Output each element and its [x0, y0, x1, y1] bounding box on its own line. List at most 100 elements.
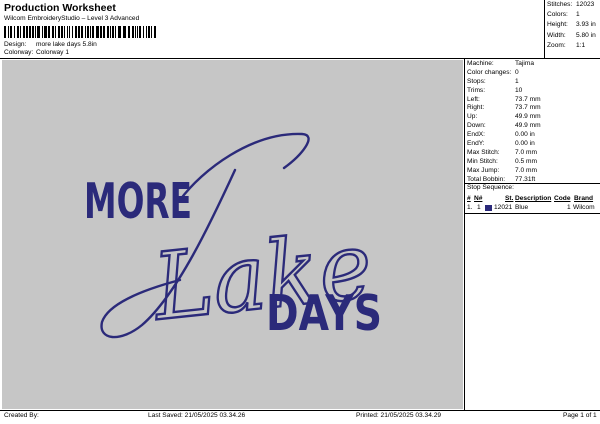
machine-label: Color changes: — [467, 68, 512, 76]
design-preview: MORE DAYS Lake — [2, 60, 463, 409]
col-number: # — [467, 195, 471, 202]
barcode-bar — [20, 26, 21, 38]
summary-row-zoom: Zoom: 1:1 — [545, 41, 600, 53]
machine-label: Max Jump: — [467, 166, 500, 174]
machine-value: 1 — [515, 77, 519, 85]
machine-value: 7.0 mm — [515, 148, 537, 156]
summary-value: 3.93 in — [576, 21, 596, 29]
summary-value: 5.80 in — [576, 31, 596, 39]
stop-code: 1 — [567, 204, 571, 211]
barcode-bar — [37, 26, 40, 38]
barcode-bar — [151, 26, 152, 38]
barcode-bar — [137, 26, 138, 38]
barcode-bar — [32, 26, 34, 38]
barcode-bar — [90, 26, 91, 38]
barcode-bar — [96, 26, 99, 38]
stop-brand: Wilcom — [573, 204, 595, 211]
summary-label: Width: — [547, 31, 566, 39]
col-description: Description — [515, 195, 552, 202]
barcode-bar — [107, 26, 109, 38]
machine-row: Stops: 1 — [467, 77, 600, 88]
machine-value: 49.9 mm — [515, 122, 541, 130]
barcode-bar — [135, 26, 136, 38]
barcode-bar — [44, 26, 47, 38]
embroidery-artwork: MORE DAYS Lake — [84, 132, 382, 343]
machine-value: 7.0 mm — [515, 166, 537, 174]
barcode-bar — [154, 26, 156, 38]
summary-label: Height: — [547, 21, 568, 29]
stop-number: 1. — [467, 204, 473, 211]
stop-sequence-row: 1. 1 12021 Blue 1 Wilcom — [465, 204, 600, 213]
machine-value: 0.00 in — [515, 131, 535, 139]
machine-value: 0 — [515, 68, 519, 76]
stop-needle: 1 — [477, 204, 481, 211]
barcode-bar — [115, 26, 116, 38]
page-number: Page 1 of 1 — [563, 412, 597, 419]
summary-value: 12023 — [576, 1, 595, 8]
machine-label: Right: — [467, 104, 485, 112]
barcode-bar — [17, 26, 19, 38]
col-code: Code — [554, 195, 571, 202]
machine-label: Trims: — [467, 86, 486, 94]
barcode-bar — [4, 26, 6, 38]
divider — [544, 0, 545, 58]
machine-value: 0.5 mm — [515, 157, 537, 165]
machine-info-panel: Machine: Tajima Color changes: 0 Stops: 1 T… — [467, 60, 600, 185]
divider — [465, 213, 600, 214]
software-subtitle: Wilcom EmbroideryStudio – Level 3 Advanc… — [4, 15, 140, 22]
machine-value: 0.00 in — [515, 140, 535, 148]
col-needle: N# — [474, 195, 483, 202]
summary-label: Zoom: — [547, 41, 566, 49]
barcode-bar — [143, 26, 144, 38]
barcode-bar — [61, 26, 63, 38]
barcode-bar — [14, 26, 15, 38]
barcode-bar — [69, 26, 70, 38]
barcode-bar — [52, 26, 54, 38]
colorway-row: Colorway: Colorway 1 — [4, 49, 69, 57]
barcode-bar — [35, 26, 36, 38]
printed-date: Printed: 21/05/2025 03.34.29 — [356, 412, 442, 419]
machine-label: Down: — [467, 122, 486, 130]
worksheet-title: Production Worksheet — [4, 2, 116, 14]
divider — [0, 410, 600, 411]
summary-label: Colors: — [547, 11, 568, 19]
barcode-bar — [112, 26, 114, 38]
design-summary: Stitches: 12023 Colors: 1 Height: 3.93 in W… — [545, 1, 600, 53]
summary-value: 1 — [576, 11, 580, 19]
barcode-bar — [81, 26, 83, 38]
machine-value: 73.7 mm — [515, 104, 541, 112]
machine-label: Left: — [467, 95, 480, 103]
stop-sequence-header: # N# St. Description Code Brand — [465, 195, 600, 204]
machine-value: 73.7 mm — [515, 95, 541, 103]
col-brand: Brand — [574, 195, 594, 202]
footer: Created By: Last Saved: 21/05/2025 03.34… — [0, 412, 600, 423]
barcode-bar — [26, 26, 28, 38]
created-by: Created By: — [4, 412, 39, 419]
machine-label: Max Stitch: — [467, 148, 500, 156]
summary-label: Stitches: — [547, 1, 573, 8]
divider — [464, 59, 465, 410]
design-row: Design: more lake days 5.8in — [4, 41, 97, 49]
barcode-bar — [29, 26, 31, 38]
more-text: MORE — [84, 173, 192, 230]
lake-swash-top — [178, 132, 310, 202]
barcode-bar — [146, 26, 147, 38]
machine-value: Tajima — [515, 60, 535, 67]
colorway-value: Colorway 1 — [36, 49, 69, 56]
col-stitches: St. — [505, 195, 514, 202]
barcode-bar — [72, 26, 73, 38]
barcode-bar — [100, 26, 102, 38]
barcode-bar — [139, 26, 141, 38]
barcode-bar — [148, 26, 150, 38]
barcode — [4, 26, 156, 38]
barcode-bar — [64, 26, 65, 38]
barcode-bar — [67, 26, 68, 38]
colorway-label: Colorway: — [4, 49, 34, 56]
machine-label: Stops: — [467, 77, 486, 85]
barcode-bar — [123, 26, 126, 38]
barcode-bar — [87, 26, 89, 38]
stop-sequence-title: Stop Sequence: — [467, 184, 514, 191]
machine-value: 10 — [515, 86, 523, 94]
barcode-bar — [8, 26, 9, 38]
barcode-bar — [132, 26, 134, 38]
